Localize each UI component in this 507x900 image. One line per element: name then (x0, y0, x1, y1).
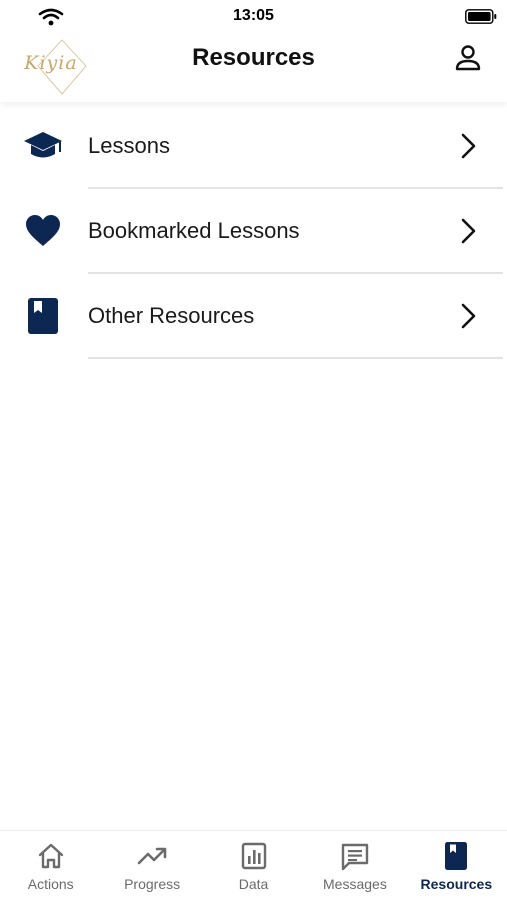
profile-icon[interactable] (453, 43, 483, 73)
menu-item-bookmarked-lessons[interactable]: Bookmarked Lessons (0, 189, 507, 274)
menu-item-lessons[interactable]: Lessons (0, 104, 507, 189)
tab-actions[interactable]: Actions (0, 831, 101, 900)
book-icon (22, 298, 64, 334)
trending-up-icon (137, 847, 167, 865)
tab-messages[interactable]: Messages (304, 831, 405, 900)
divider (88, 357, 503, 359)
menu-label: Lessons (88, 133, 170, 158)
tab-label: Resources (420, 876, 493, 892)
battery-icon (465, 9, 497, 24)
resources-menu: Lessons Bookmarked Lessons Other Resourc… (0, 104, 507, 359)
heart-icon (22, 213, 64, 249)
message-icon (341, 843, 369, 871)
tab-progress[interactable]: Progress (101, 831, 202, 900)
chevron-right-icon (461, 218, 476, 244)
tab-label: Actions (27, 876, 74, 892)
menu-label: Other Resources (88, 303, 255, 328)
tab-label: Messages (323, 876, 387, 892)
chevron-right-icon (461, 133, 476, 159)
app-header: Kiyia Resources (0, 34, 507, 102)
home-icon (38, 843, 63, 869)
status-bar: 13:05 (0, 0, 507, 34)
status-time: 13:05 (233, 7, 274, 24)
chevron-right-icon (461, 303, 476, 329)
graduation-cap-icon (22, 128, 64, 164)
tab-data[interactable]: Data (203, 831, 304, 900)
tab-resources[interactable]: Resources (406, 831, 507, 900)
bar-chart-icon (241, 842, 266, 870)
tab-label: Data (238, 876, 269, 892)
menu-item-other-resources[interactable]: Other Resources (0, 274, 507, 359)
page-title: Resources (192, 44, 315, 71)
book-icon (445, 842, 468, 870)
bottom-tab-bar: Actions Progress Data Messages Resources (0, 830, 507, 900)
tab-label: Progress (124, 876, 181, 892)
menu-label: Bookmarked Lessons (88, 218, 300, 243)
